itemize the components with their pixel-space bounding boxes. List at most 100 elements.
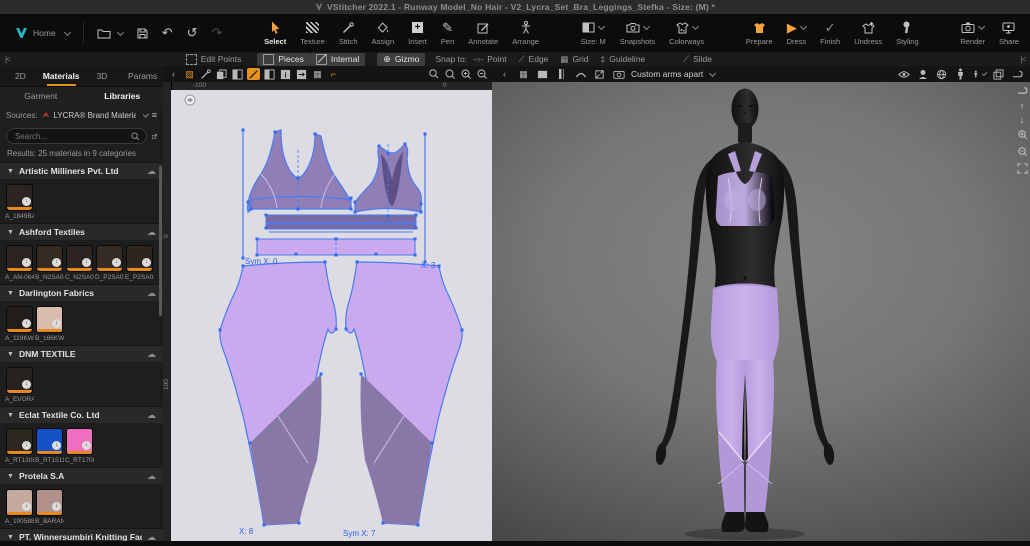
zoom-in-3d-icon[interactable] (1017, 129, 1028, 142)
category-header[interactable]: ▼PT. Winnersumbiri Knitting Factory☁ (0, 528, 163, 541)
mirror-split-icon[interactable] (555, 68, 568, 80)
size-button[interactable]: Size: M (574, 16, 613, 50)
category-header[interactable]: ▼Ashford Textiles☁ (0, 223, 163, 240)
external-link-icon[interactable] (152, 132, 157, 141)
grid-3d-icon[interactable]: ▦ (517, 68, 530, 80)
fabric-hatch-icon[interactable]: ▨ (183, 68, 196, 80)
zoom-out-3d-icon[interactable] (1017, 146, 1028, 159)
bra-front-band[interactable] (251, 197, 351, 210)
material-thumb[interactable]: ↓B_RT1511 (36, 428, 63, 464)
edit-points-toggle[interactable]: Edit Points (180, 53, 248, 66)
material-thumb[interactable]: ↓C_N2SA0X (66, 245, 93, 281)
avatar-options-dropdown[interactable] (973, 68, 986, 80)
material-swatch[interactable]: ↓ (6, 428, 33, 455)
cloud-icon[interactable]: ☁ (147, 227, 156, 238)
cloud-icon[interactable]: ☁ (147, 166, 156, 177)
tool-arrange-button[interactable]: Arrange (505, 16, 546, 50)
undress-button[interactable]: Undress (847, 16, 889, 50)
material-swatch[interactable]: ↓ (6, 306, 33, 333)
subtab-garment[interactable]: Garment (0, 91, 82, 101)
tab-params[interactable]: Params (122, 66, 163, 86)
collapse-right-panel-icon[interactable]: |< (1015, 55, 1030, 64)
tool-pen-button[interactable]: ✎ Pen (434, 16, 461, 50)
tool-annotate-button[interactable]: Annotate (461, 16, 505, 50)
collapse-triangle-icon[interactable]: ▼ (7, 351, 14, 358)
history-button[interactable]: ↺ (180, 16, 205, 50)
subtab-libraries[interactable]: Libraries (82, 91, 164, 101)
tab-3d[interactable]: 3D (82, 66, 123, 86)
pan-up-icon[interactable]: ↑ (1020, 101, 1025, 111)
material-swatch[interactable]: ↓ (6, 184, 33, 211)
zoom-fit-icon[interactable] (443, 68, 456, 80)
cloud-icon[interactable]: ☁ (147, 532, 156, 542)
ruler-corner-icon[interactable]: ⌐ (327, 68, 340, 80)
material-thumb[interactable]: ↓D_P2SA0X (96, 245, 123, 281)
material-thumb[interactable]: ↓E_P2SA0X (126, 245, 153, 281)
material-swatch[interactable]: ↓ (66, 428, 93, 455)
undo-button[interactable]: ↶ (155, 16, 180, 50)
render-button[interactable]: Render (953, 16, 992, 50)
collapse-triangle-icon[interactable]: ▼ (7, 229, 14, 236)
collapse-left-panel-icon[interactable]: |< (0, 55, 15, 64)
collapse-triangle-icon[interactable]: ▼ (7, 168, 14, 175)
styling-button[interactable]: Styling (889, 16, 926, 50)
camera-3d-icon[interactable] (612, 68, 625, 80)
snap-point-toggle[interactable]: -○- Point (467, 53, 513, 65)
piece-window-icon[interactable] (231, 68, 244, 80)
material-thumb[interactable]: ↓B_N2SA0X (36, 245, 63, 281)
material-swatch[interactable]: ↓ (36, 245, 63, 272)
avatar-head-icon[interactable] (916, 68, 929, 80)
material-swatch[interactable]: ↓ (6, 489, 33, 516)
material-thumb[interactable]: ↓A_RT1308 (6, 428, 33, 464)
material-swatch[interactable]: ↓ (36, 489, 63, 516)
material-swatch[interactable]: ↓ (36, 428, 63, 455)
needle-tool-icon[interactable] (199, 68, 212, 80)
source-list-icon[interactable]: ≡ (152, 110, 157, 120)
tab-2d[interactable]: 2D (0, 66, 41, 86)
hook-nav-icon[interactable] (1017, 86, 1028, 97)
snap-grid-toggle[interactable]: ▦ Grid (554, 53, 594, 66)
material-thumb[interactable]: ↓B_BARAN (36, 489, 63, 525)
category-header[interactable]: ▼DNM TEXTILE☁ (0, 345, 163, 362)
collapse-triangle-icon[interactable]: ▼ (7, 412, 14, 419)
slide-toggle[interactable]: ⟋ Slide (677, 53, 718, 66)
info-icon[interactable]: i (279, 68, 292, 80)
tool-assign-button[interactable]: Assign (365, 16, 402, 50)
search-input[interactable] (13, 131, 127, 142)
material-thumb[interactable]: ↓A_100588 (6, 489, 33, 525)
tab-materials[interactable]: Materials (41, 66, 82, 86)
flow-direction-icon[interactable] (295, 68, 308, 80)
prepare-button[interactable]: Prepare (739, 16, 780, 50)
finish-button[interactable]: ✓ Finish (813, 16, 847, 50)
grid-2d-icon[interactable]: ▦ (311, 68, 324, 80)
save-button[interactable] (130, 16, 155, 50)
source-dropdown[interactable]: LYCRA® Brand Materials Li... (53, 111, 135, 120)
category-header[interactable]: ▼Darlington Fabrics☁ (0, 284, 163, 301)
material-thumb[interactable]: ↓A_EVORA (6, 367, 33, 403)
cloud-icon[interactable]: ☁ (147, 410, 156, 421)
windows-layout-icon[interactable] (992, 68, 1005, 80)
collapse-triangle-icon[interactable]: ▼ (7, 534, 14, 541)
search-icon[interactable] (131, 132, 140, 141)
material-swatch[interactable]: ↓ (36, 306, 63, 333)
copy-piece-icon[interactable] (215, 68, 228, 80)
3d-viewport[interactable] (492, 82, 1030, 541)
material-thumb[interactable]: ↓A_AN-064 (6, 245, 33, 281)
cloud-icon[interactable]: ☁ (147, 471, 156, 482)
tool-texture-button[interactable]: Texture (293, 16, 332, 50)
hook-icon[interactable] (1011, 68, 1024, 80)
avatar-body-icon[interactable] (954, 68, 967, 80)
snapshots-button[interactable]: Snapshots (613, 16, 662, 50)
material-swatch[interactable]: ↓ (126, 245, 153, 272)
zoom-out-icon[interactable] (475, 68, 488, 80)
band-strip-dark[interactable] (266, 215, 416, 223)
tool-insert-button[interactable]: + Insert (401, 16, 434, 50)
material-swatch[interactable]: ↓ (6, 367, 33, 394)
snap-edge-toggle[interactable]: ⟋ Edge (513, 53, 555, 66)
category-header[interactable]: ▼Artistic Milliners Pvt. Ltd☁ (0, 162, 163, 179)
material-thumb[interactable]: ↓C_RT1708 (66, 428, 93, 464)
show-stitches-icon[interactable] (247, 68, 260, 80)
pattern-canvas[interactable]: Sym X: 0 X: 3 X: 8 Sym X: 7 (171, 90, 492, 541)
material-swatch[interactable]: ↓ (96, 245, 123, 272)
home-button[interactable]: Home (8, 16, 77, 50)
